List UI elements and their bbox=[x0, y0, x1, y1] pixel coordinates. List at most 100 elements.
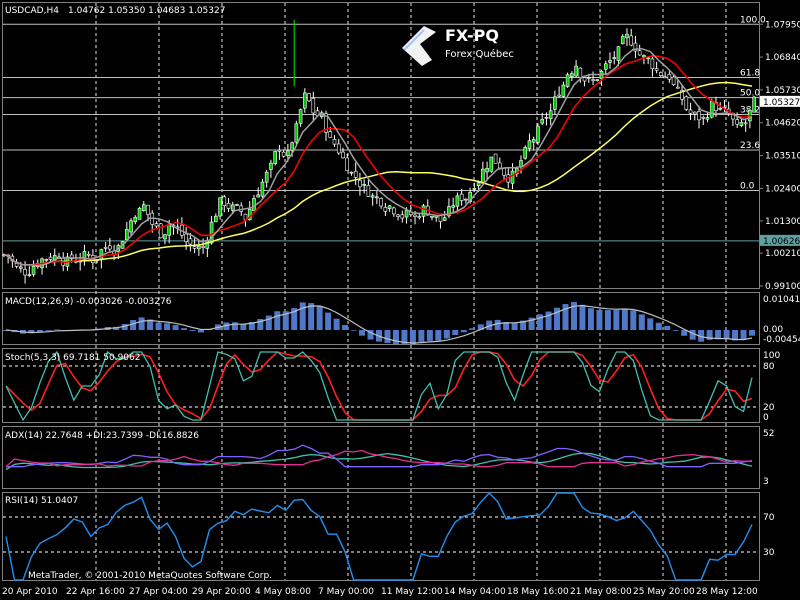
candle-body bbox=[230, 204, 235, 211]
candle-body bbox=[341, 151, 345, 159]
candle-body bbox=[472, 188, 477, 190]
candle-body bbox=[684, 96, 689, 110]
macd-bar bbox=[350, 330, 357, 331]
candle-body bbox=[201, 246, 205, 248]
macd-bar bbox=[630, 310, 637, 330]
macd-bar bbox=[164, 323, 171, 330]
candle-body bbox=[311, 98, 316, 114]
candle-body bbox=[709, 101, 714, 118]
time-label: 4 May 08:00 bbox=[255, 587, 311, 597]
price-tick-label: 1.05730 bbox=[765, 86, 800, 96]
candle-body bbox=[154, 223, 159, 227]
candle-body bbox=[86, 253, 91, 256]
moving-average-fast bbox=[5, 47, 753, 267]
candle-body bbox=[362, 183, 366, 186]
fxpq-logo: FX-PQ Forex Québec bbox=[402, 26, 514, 66]
adx-title: ADX(14) 22.7648 +DI:23.7399 -DI:16.8826 bbox=[5, 431, 199, 441]
candle-body bbox=[273, 151, 277, 164]
candle-body bbox=[387, 205, 392, 209]
macd-bar bbox=[299, 302, 306, 330]
candle-body bbox=[595, 79, 600, 81]
price-tick-label: 1.02400 bbox=[765, 184, 800, 194]
macd-bar bbox=[409, 330, 416, 345]
candle-body bbox=[129, 220, 133, 233]
candle-body bbox=[404, 210, 409, 218]
stoch-title: Stoch(5,3,3) 69.7181 50.9062 bbox=[5, 353, 140, 363]
candle-body bbox=[307, 93, 311, 102]
candle-body bbox=[108, 245, 112, 250]
logo-subtitle: Forex Québec bbox=[445, 48, 514, 60]
candle-body bbox=[421, 205, 426, 217]
macd-bar bbox=[452, 330, 459, 335]
candle-body bbox=[286, 150, 290, 156]
macd-bar bbox=[460, 330, 467, 333]
candle-body bbox=[188, 238, 193, 245]
candle-body bbox=[701, 116, 706, 119]
stoch-tick-100: 100 bbox=[763, 351, 780, 361]
candle-body bbox=[214, 215, 218, 223]
time-label: 18 May 16:00 bbox=[507, 587, 569, 597]
macd-bar bbox=[240, 323, 247, 330]
macd-bar bbox=[613, 309, 620, 330]
fib-label: 50.0 bbox=[740, 89, 760, 99]
candle-body bbox=[167, 224, 171, 236]
macd-tick-zero: 0.00 bbox=[763, 325, 783, 335]
candle-body bbox=[379, 198, 383, 207]
macd-bar bbox=[181, 328, 188, 330]
macd-bar bbox=[265, 315, 272, 330]
vertical-grid bbox=[95, 3, 727, 580]
candle-body bbox=[498, 162, 502, 169]
macd-bar bbox=[325, 312, 332, 330]
candle-body bbox=[565, 74, 570, 87]
macd-bar bbox=[418, 330, 425, 342]
candle-body bbox=[125, 229, 129, 240]
candle-body bbox=[561, 84, 566, 97]
price-tick-label: 1.03510 bbox=[765, 152, 800, 162]
candle-body bbox=[383, 207, 388, 212]
level-price-badge: 1.00626 bbox=[760, 234, 800, 247]
candle-body bbox=[218, 197, 222, 217]
macd-bar bbox=[316, 305, 323, 330]
candle-body bbox=[544, 117, 549, 119]
candle-body bbox=[31, 265, 36, 275]
candle-body bbox=[523, 147, 528, 159]
panel-borders bbox=[2, 2, 760, 581]
candle-body bbox=[510, 170, 515, 184]
candle-body bbox=[158, 223, 163, 239]
rsi-tick-30: 30 bbox=[763, 548, 775, 558]
candle-body bbox=[620, 36, 625, 45]
fib-label: 23.6 bbox=[740, 141, 760, 151]
candle-body bbox=[481, 168, 485, 184]
candle-body bbox=[667, 74, 672, 80]
candle-body bbox=[663, 76, 667, 79]
chart-canvas[interactable]: 100.061.850.038.223.60.0 1.079501.068401… bbox=[0, 0, 800, 600]
candle-body bbox=[336, 143, 341, 154]
candle-body bbox=[353, 170, 358, 178]
candle-body bbox=[527, 140, 532, 149]
price-tick-label: 1.07950 bbox=[765, 20, 800, 30]
candle-body bbox=[48, 256, 53, 260]
candle-body bbox=[23, 269, 27, 276]
macd-bar bbox=[138, 317, 145, 330]
candle-body bbox=[366, 185, 371, 197]
macd-bar bbox=[435, 330, 442, 341]
candle-body bbox=[442, 217, 447, 221]
candle-body bbox=[303, 92, 307, 109]
macd-bar bbox=[511, 322, 518, 330]
fibonacci-levels: 100.061.850.038.223.60.0 bbox=[3, 15, 766, 191]
macd-bar bbox=[231, 322, 238, 330]
macd-tick-bottom: -0.00454 bbox=[763, 335, 800, 345]
candle-body bbox=[19, 266, 23, 269]
macd-bar bbox=[638, 314, 645, 330]
macd-tick-top: 0.010411 bbox=[763, 295, 800, 305]
macd-bar bbox=[749, 330, 755, 336]
macd-bar bbox=[672, 330, 679, 331]
price-axis: 1.07950 1.06840 1.05730 1.04620 1.03510 1.024… bbox=[759, 20, 800, 292]
candle-body bbox=[256, 194, 260, 198]
time-label: 28 May 12:00 bbox=[696, 587, 758, 597]
candle-body bbox=[27, 274, 32, 276]
macd-bar bbox=[740, 330, 747, 340]
last-price-badge: 1.05327 bbox=[760, 95, 800, 108]
fib-label: 61.8 bbox=[740, 69, 760, 79]
macd-bar bbox=[189, 330, 196, 331]
